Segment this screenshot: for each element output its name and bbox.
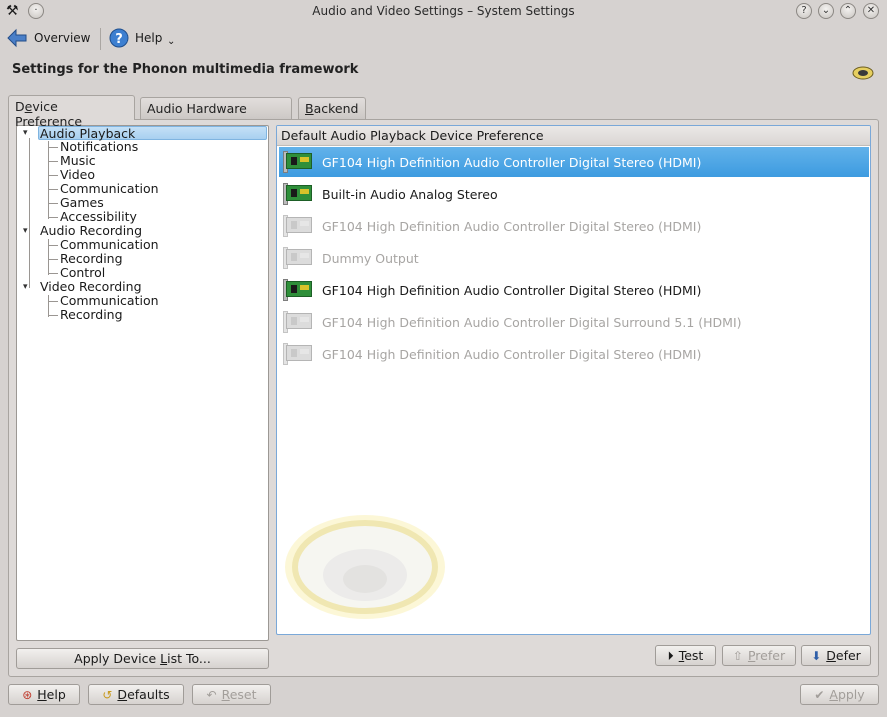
window-title: Audio and Video Settings – System Settin… <box>312 4 575 18</box>
sound-card-icon <box>283 279 315 301</box>
help-window-button[interactable]: ? <box>796 3 812 19</box>
tree-item-communication[interactable]: Communication <box>60 182 159 196</box>
device-row[interactable]: GF104 High Definition Audio Controller D… <box>279 339 869 369</box>
svg-text:?: ? <box>115 32 123 47</box>
chevron-down-icon[interactable]: ⌄ <box>167 36 175 47</box>
overview-label: Overview <box>34 31 91 45</box>
device-row[interactable]: GF104 High Definition Audio Controller D… <box>279 147 869 177</box>
title-bar: ⚒ · Audio and Video Settings – System Se… <box>0 0 887 24</box>
device-row[interactable]: Built-in Audio Analog Stereo <box>279 179 869 209</box>
expand-arrow-icon[interactable]: ▾ <box>23 128 28 138</box>
tab-device-preference[interactable]: Device Preference <box>8 95 135 129</box>
tree-item-recording[interactable]: Recording <box>60 308 123 322</box>
test-button[interactable]: ⏵ Test <box>655 645 716 666</box>
defaults-icon: ↺ <box>102 687 113 702</box>
device-row[interactable]: GF104 High Definition Audio Controller D… <box>279 307 869 337</box>
tree-item-music[interactable]: Music <box>60 154 96 168</box>
category-tree[interactable]: ▾ Audio Playback Notifications Music Vid… <box>16 125 269 641</box>
tree-item-recording[interactable]: Recording <box>60 252 123 266</box>
sound-card-icon <box>283 311 315 333</box>
reset-button[interactable]: ↶ Reset <box>192 684 271 705</box>
tree-item-games[interactable]: Games <box>60 196 104 210</box>
help-button[interactable]: ⊛ Help <box>8 684 80 705</box>
maximize-button[interactable]: ⌃ <box>840 3 856 19</box>
sound-card-icon <box>283 247 315 269</box>
device-label: Dummy Output <box>322 250 419 266</box>
apply-button[interactable]: ✔ Apply <box>800 684 879 705</box>
undo-icon: ↶ <box>206 687 217 702</box>
tree-item-video-recording[interactable]: Video Recording <box>40 280 142 294</box>
device-label: Built-in Audio Analog Stereo <box>322 186 498 202</box>
device-label: GF104 High Definition Audio Controller D… <box>322 314 742 330</box>
device-label: GF104 High Definition Audio Controller D… <box>322 346 702 362</box>
prefer-button[interactable]: ⇧ Prefer <box>722 645 796 666</box>
page-title: Settings for the Phonon multimedia frame… <box>12 62 359 77</box>
tree-item-audio-recording[interactable]: Audio Recording <box>40 224 142 238</box>
help-menu-button[interactable]: ? Help <box>109 28 162 48</box>
tree-item-video[interactable]: Video <box>60 168 95 182</box>
sound-card-icon <box>283 343 315 365</box>
device-label: GF104 High Definition Audio Controller D… <box>322 154 702 170</box>
device-list-header: Default Audio Playback Device Preference <box>277 126 870 146</box>
close-button[interactable]: ✕ <box>863 3 879 19</box>
device-row[interactable]: GF104 High Definition Audio Controller D… <box>279 275 869 305</box>
tab-audio-hardware-setup[interactable]: Audio Hardware Setup <box>140 97 292 131</box>
arrow-down-icon: ⬇ <box>811 648 822 663</box>
expand-arrow-icon[interactable]: ▾ <box>23 282 28 292</box>
defaults-button[interactable]: ↺ Defaults <box>88 684 184 705</box>
toolbar-separator <box>100 28 101 50</box>
checkmark-icon: ✔ <box>814 687 825 702</box>
lifebuoy-icon: ⊛ <box>22 687 33 702</box>
tree-item-communication[interactable]: Communication <box>60 238 159 252</box>
help-label: Help <box>135 31 163 45</box>
arrow-up-icon: ⇧ <box>732 648 743 663</box>
sound-card-icon <box>283 151 315 173</box>
tree-item-notifications[interactable]: Notifications <box>60 140 138 154</box>
tree-item-communication[interactable]: Communication <box>60 294 159 308</box>
sound-card-icon <box>283 183 315 205</box>
tree-item-control[interactable]: Control <box>60 266 105 280</box>
expand-arrow-icon[interactable]: ▾ <box>23 226 28 236</box>
tab-backend[interactable]: Backend <box>298 97 366 119</box>
tree-item-accessibility[interactable]: Accessibility <box>60 210 137 224</box>
device-row[interactable]: GF104 High Definition Audio Controller D… <box>279 211 869 241</box>
back-arrow-icon <box>7 28 27 48</box>
play-icon: ⏵ <box>667 648 674 663</box>
phonon-speaker-icon <box>852 66 874 80</box>
minimize-button[interactable]: ⌄ <box>818 3 834 19</box>
speaker-watermark-icon <box>285 515 445 619</box>
device-label: GF104 High Definition Audio Controller D… <box>322 282 702 298</box>
apply-device-list-button[interactable]: Apply Device List To... <box>16 648 269 669</box>
defer-button[interactable]: ⬇ Defer <box>801 645 871 666</box>
sound-card-icon <box>283 215 315 237</box>
overview-button[interactable]: Overview <box>6 28 91 48</box>
help-icon: ? <box>109 28 129 48</box>
device-row[interactable]: Dummy Output <box>279 243 869 273</box>
device-label: GF104 High Definition Audio Controller D… <box>322 218 702 234</box>
